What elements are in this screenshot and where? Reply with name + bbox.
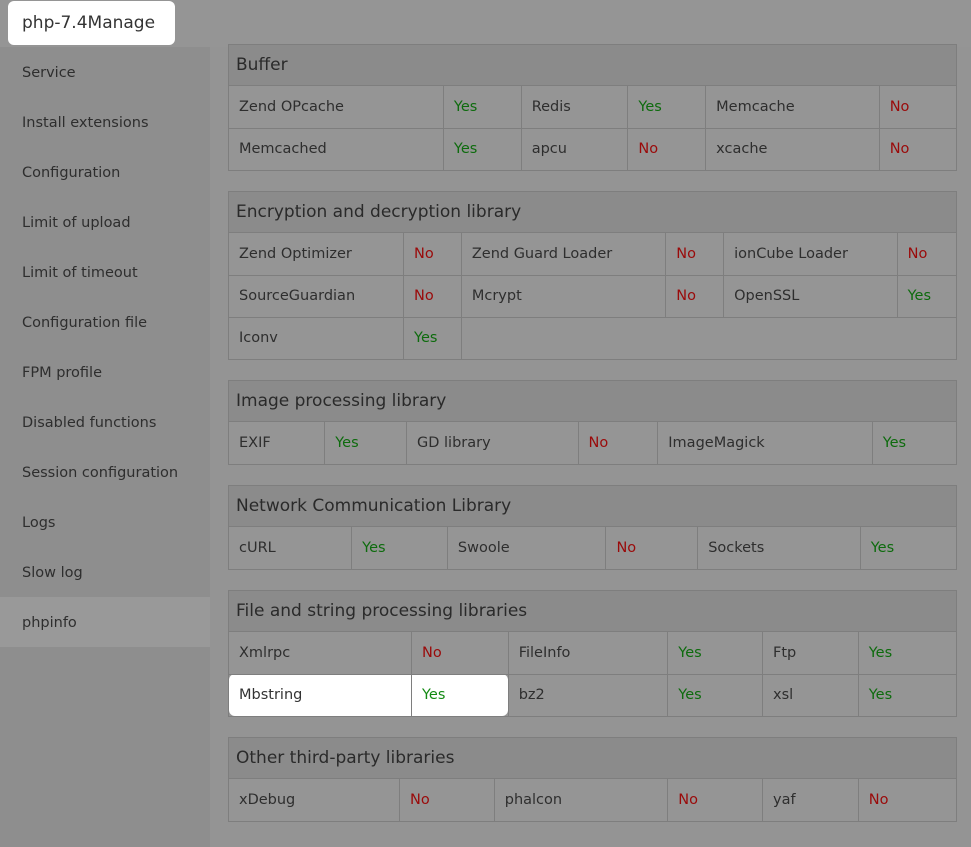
section-title: Network Communication Library bbox=[229, 486, 956, 527]
extension-status: Yes bbox=[667, 632, 763, 675]
extension-status: Yes bbox=[627, 86, 707, 129]
extension-status: Yes bbox=[324, 422, 407, 464]
sidebar-item-install-extensions[interactable]: Install extensions bbox=[0, 97, 210, 147]
extension-name: Ftp bbox=[762, 632, 859, 675]
table-row: Mbstring Yes bz2 Yes xsl Yes bbox=[229, 674, 956, 716]
section-title: Encryption and decryption library bbox=[229, 192, 956, 233]
sidebar-item-configuration-file[interactable]: Configuration file bbox=[0, 297, 210, 347]
table-row: SourceGuardian No Mcrypt No OpenSSL Yes bbox=[229, 275, 956, 318]
extension-name: Memcache bbox=[705, 86, 880, 129]
extension-status: No bbox=[627, 128, 707, 170]
extension-status: Yes bbox=[858, 632, 956, 675]
extension-status: Yes bbox=[868, 687, 893, 704]
table-row: Zend OPcache Yes Redis Yes Memcache No bbox=[229, 86, 956, 129]
sidebar-item-limit-of-upload[interactable]: Limit of upload bbox=[0, 197, 210, 247]
sidebar-item-limit-of-timeout[interactable]: Limit of timeout bbox=[0, 247, 210, 297]
extension-status: No bbox=[399, 779, 495, 821]
sidebar-item-fpm-profile[interactable]: FPM profile bbox=[0, 347, 210, 397]
extension-name: Memcached bbox=[229, 128, 444, 170]
library-section: Image processing library EXIF Yes GD librar… bbox=[228, 380, 957, 465]
table-row: Xmlrpc No FileInfo Yes Ftp Yes bbox=[229, 632, 956, 675]
sidebar-item-service[interactable]: Service bbox=[0, 47, 210, 97]
section-title: Image processing library bbox=[229, 381, 956, 422]
extension-name: apcu bbox=[521, 128, 629, 170]
extension-status: No bbox=[665, 275, 725, 318]
table-row: xDebug No phalcon No yaf No bbox=[229, 779, 956, 821]
extension-name: phalcon bbox=[494, 779, 669, 821]
extension-name: FileInfo bbox=[508, 632, 669, 675]
extension-name: bz2 bbox=[508, 674, 669, 716]
extension-name: xsl bbox=[762, 674, 859, 716]
table-row: Iconv Yes bbox=[229, 317, 956, 359]
extension-status: No bbox=[897, 233, 956, 276]
section-title: Buffer bbox=[229, 45, 956, 86]
extension-name: Zend OPcache bbox=[229, 86, 444, 129]
extension-name: EXIF bbox=[229, 422, 326, 464]
sidebar: Service Install extensions Configuration Li… bbox=[0, 47, 210, 847]
library-section: Network Communication Library cURL Yes Swoo… bbox=[228, 485, 957, 570]
extension-status: Yes bbox=[403, 317, 462, 359]
extension-status: No bbox=[665, 233, 725, 276]
extension-name: Sockets bbox=[697, 527, 861, 569]
library-section: Other third-party libraries xDebug No phalc… bbox=[228, 737, 957, 822]
extension-status: No bbox=[868, 792, 889, 808]
table-row: cURL Yes Swoole No Sockets Yes bbox=[229, 527, 956, 569]
sidebar-item-logs[interactable]: Logs bbox=[0, 497, 210, 547]
sidebar-item-phpinfo[interactable]: phpinfo bbox=[0, 597, 210, 647]
extension-status: Yes bbox=[443, 86, 522, 129]
table-row: EXIF Yes GD library No ImageMagick Yes bbox=[229, 422, 956, 464]
sidebar-item-disabled-functions[interactable]: Disabled functions bbox=[0, 397, 210, 447]
table-row: Zend Optimizer No Zend Guard Loader No ionCu… bbox=[229, 233, 956, 276]
extension-status: No bbox=[578, 422, 659, 464]
extension-name: cURL bbox=[229, 527, 353, 569]
extension-status: No bbox=[889, 141, 910, 158]
section-title: Other third-party libraries bbox=[229, 738, 956, 779]
library-section: File and string processing libraries Xmlr… bbox=[228, 590, 957, 717]
extension-status: Yes bbox=[667, 674, 763, 716]
table-row: Memcached Yes apcu No xcache No bbox=[229, 128, 956, 170]
extension-status: No bbox=[667, 779, 763, 821]
extension-name: ionCube Loader bbox=[723, 233, 898, 276]
extension-status: No bbox=[411, 632, 509, 675]
phpinfo-panel: Buffer Zend OPcache Yes Redis Yes Memcache No M… bbox=[228, 44, 957, 842]
extension-status: Yes bbox=[411, 674, 509, 716]
extension-name: Zend Guard Loader bbox=[461, 233, 667, 276]
extension-name: Mcrypt bbox=[461, 275, 667, 318]
sidebar-item-session-configuration[interactable]: Session configuration bbox=[0, 447, 210, 497]
extension-status: Yes bbox=[351, 527, 448, 569]
window-title: php-7.4Manage bbox=[8, 1, 176, 45]
extension-status: No bbox=[879, 86, 956, 129]
extension-status: No bbox=[403, 275, 462, 318]
library-section: Buffer Zend OPcache Yes Redis Yes Memcache No M… bbox=[228, 44, 957, 171]
extension-status: Yes bbox=[882, 435, 907, 451]
extension-name: xDebug bbox=[229, 779, 401, 821]
top-bar: php-7.4Manage bbox=[0, 0, 971, 47]
extension-name: Redis bbox=[521, 86, 629, 129]
extension-name: Zend Optimizer bbox=[229, 233, 405, 276]
extension-status: Yes bbox=[897, 275, 956, 318]
extension-name: SourceGuardian bbox=[229, 275, 405, 318]
sidebar-item-slow-log[interactable]: Slow log bbox=[0, 547, 210, 597]
extension-name: OpenSSL bbox=[723, 275, 898, 318]
extension-status: No bbox=[403, 233, 462, 276]
section-title: File and string processing libraries bbox=[229, 591, 956, 632]
extension-name: Swoole bbox=[447, 527, 607, 569]
extension-name: yaf bbox=[762, 779, 859, 821]
sidebar-item-configuration[interactable]: Configuration bbox=[0, 147, 210, 197]
extension-name: Iconv bbox=[229, 317, 405, 359]
extension-name: Mbstring bbox=[229, 674, 412, 716]
extension-status: No bbox=[605, 527, 699, 569]
extension-name: xcache bbox=[705, 128, 880, 170]
empty-cell bbox=[461, 317, 956, 359]
library-section: Encryption and decryption library Zend Op… bbox=[228, 191, 957, 360]
extension-name: GD library bbox=[406, 422, 579, 464]
extension-status: Yes bbox=[443, 128, 522, 170]
extension-status: Yes bbox=[870, 540, 895, 556]
extension-name: ImageMagick bbox=[657, 422, 873, 464]
extension-name: Xmlrpc bbox=[229, 632, 412, 675]
